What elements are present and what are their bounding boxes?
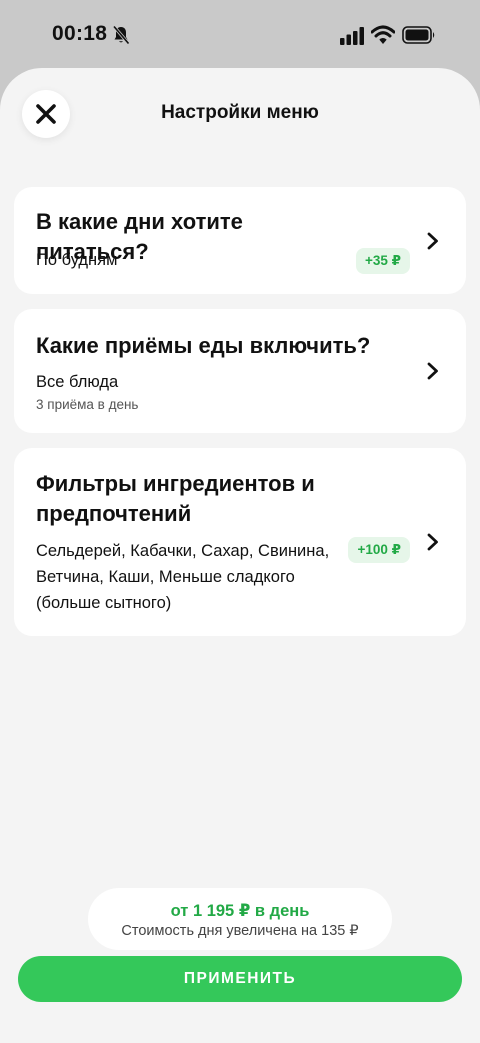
filters-price-badge: +100 ₽ bbox=[348, 537, 410, 563]
price-per-day: от 1 195 ₽ в день bbox=[170, 902, 310, 920]
days-card-value: По будням bbox=[36, 251, 118, 269]
price-increase-note: Стоимость дня увеличена на 135 ₽ bbox=[121, 923, 359, 939]
meals-card-title: Какие приёмы еды включить? bbox=[36, 333, 371, 358]
chevron-right-icon bbox=[427, 533, 438, 551]
cellular-signal-icon bbox=[340, 27, 364, 45]
battery-icon bbox=[402, 26, 435, 44]
ingredient-filters-card[interactable]: Фильтры ингредиентов и предпочтений Сель… bbox=[14, 448, 466, 636]
days-price-badge: +35 ₽ bbox=[355, 248, 410, 274]
apply-button[interactable]: ПРИМЕНИТЬ bbox=[18, 956, 462, 1002]
chevron-right-icon bbox=[427, 232, 438, 250]
filters-card-value: Сельдерей, Кабачки, Сахар, Свинина, Ветч… bbox=[36, 542, 330, 612]
meals-card-subtitle: 3 приёма в день bbox=[36, 397, 139, 412]
meals-card[interactable]: Какие приёмы еды включить? Все блюда 3 п… bbox=[14, 309, 466, 433]
menu-settings-sheet: Настройки меню В какие дни хотите питать… bbox=[0, 68, 480, 1043]
status-time: 00:18 bbox=[52, 22, 108, 45]
price-summary: от 1 195 ₽ в день Стоимость дня увеличен… bbox=[88, 888, 392, 950]
filters-card-title: Фильтры ингредиентов и предпочтений bbox=[36, 471, 315, 526]
wifi-icon bbox=[371, 25, 395, 44]
status-bar: 00:18 bbox=[0, 0, 480, 68]
meals-card-value: Все блюда bbox=[36, 373, 119, 391]
chevron-right-icon bbox=[427, 362, 438, 380]
days-card[interactable]: В какие дни хотите питаться? По будням +… bbox=[14, 187, 466, 294]
bell-slash-icon bbox=[112, 25, 130, 45]
page-title: Настройки меню bbox=[161, 102, 319, 123]
